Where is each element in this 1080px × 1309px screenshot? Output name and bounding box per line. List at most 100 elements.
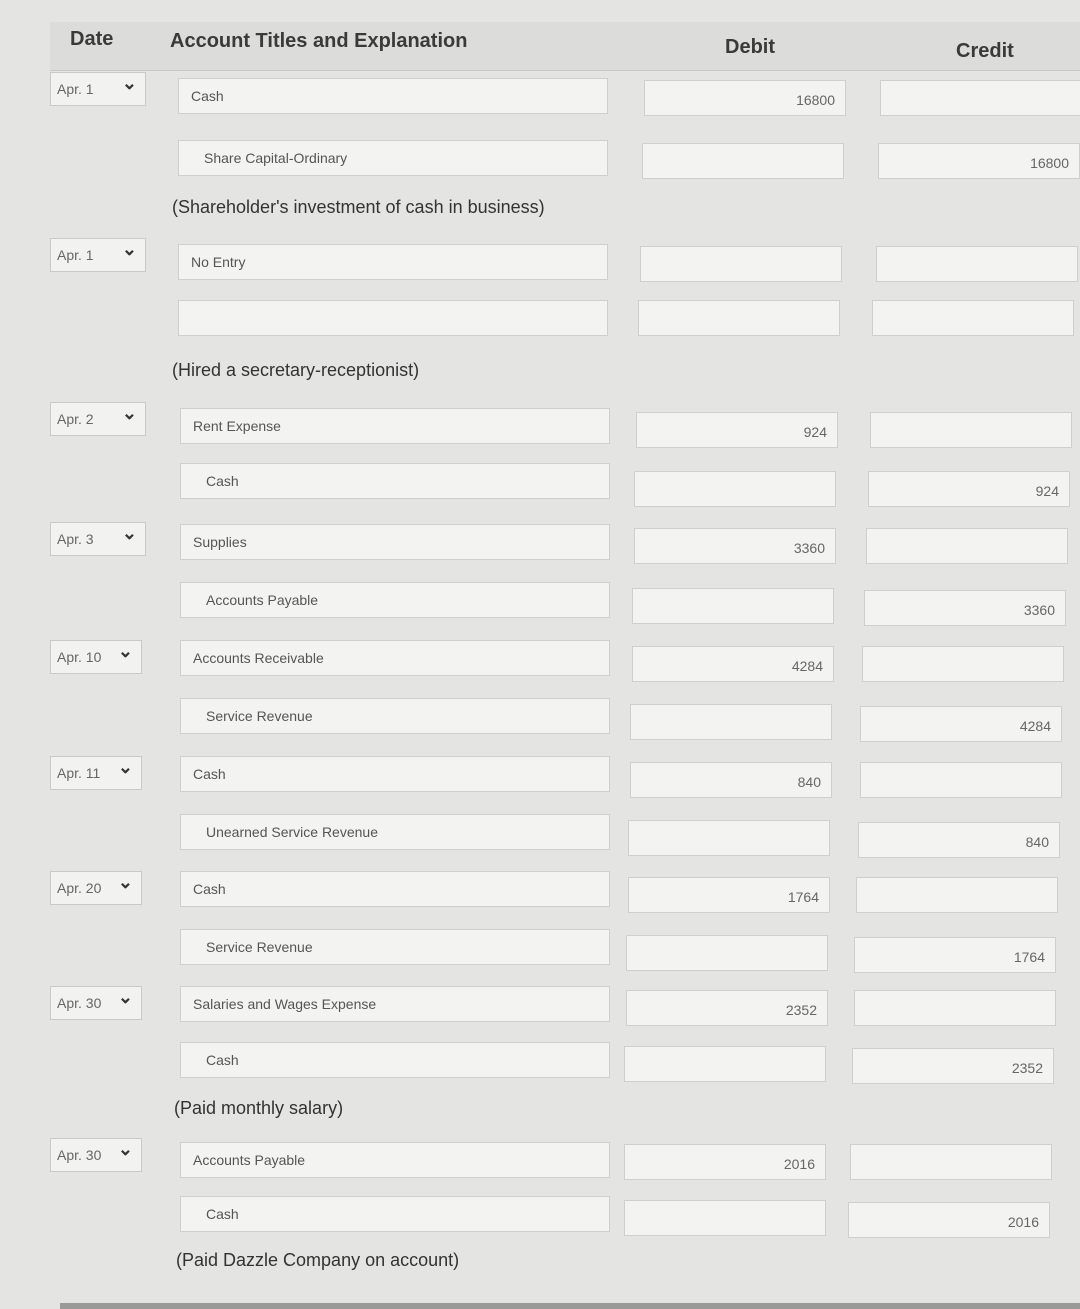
journal-entry: Apr. 30 ⌄ Accounts Payable 2016	[0, 1138, 1080, 1182]
credit-amount-field[interactable]: 3360	[864, 590, 1066, 626]
debit-amount-field[interactable]: 924	[636, 412, 838, 448]
debit-account-field[interactable]: No Entry	[178, 244, 608, 280]
credit-account-field[interactable]: Cash	[180, 1042, 610, 1078]
chevron-down-icon: ⌄	[117, 757, 133, 777]
debit-amount-field[interactable]: 840	[630, 762, 832, 798]
chevron-down-icon: ⌄	[117, 1139, 133, 1159]
journal-entry-credit-line: Accounts Payable 3360	[0, 582, 1080, 626]
debit-amount-field[interactable]: 4284	[632, 646, 834, 682]
debit-amount-field[interactable]: 2352	[626, 990, 828, 1026]
credit-amount-field[interactable]: 840	[858, 822, 1060, 858]
journal-entry: Apr. 1 ⌄ Cash 16800	[0, 72, 1080, 116]
debit-amount-field[interactable]	[642, 143, 844, 179]
header-account: Account Titles and Explanation	[170, 30, 468, 52]
credit-amount-field[interactable]: 1764	[854, 937, 1056, 973]
debit-amount-field[interactable]	[628, 820, 830, 856]
debit-amount-field[interactable]	[634, 471, 836, 507]
journal-entry: Apr. 1 ⌄ No Entry	[0, 238, 1080, 282]
credit-amount-field[interactable]	[880, 80, 1080, 116]
chevron-down-icon: ⌄	[121, 403, 137, 423]
credit-amount-field[interactable]	[862, 646, 1064, 682]
chevron-down-icon: ⌄	[117, 641, 133, 661]
journal-entry-credit-line: Unearned Service Revenue 840	[0, 814, 1080, 858]
journal-entry-credit-line: Service Revenue 1764	[0, 929, 1080, 973]
debit-amount-field[interactable]: 1764	[628, 877, 830, 913]
debit-amount-field[interactable]	[630, 704, 832, 740]
journal-entry: Apr. 3 ⌄ Supplies 3360	[0, 522, 1080, 566]
chevron-down-icon: ⌄	[117, 987, 133, 1007]
journal-entry: Apr. 11 ⌄ Cash 840	[0, 756, 1080, 800]
date-select[interactable]: Apr. 20 ⌄	[50, 871, 142, 905]
credit-amount-field[interactable]: 924	[868, 471, 1070, 507]
credit-account-field[interactable]: Cash	[180, 463, 610, 499]
header-credit: Credit	[956, 40, 1014, 62]
debit-account-field[interactable]: Rent Expense	[180, 408, 610, 444]
journal-entry: Apr. 20 ⌄ Cash 1764	[0, 871, 1080, 915]
journal-entry: Apr. 10 ⌄ Accounts Receivable 4284	[0, 640, 1080, 684]
debit-amount-field[interactable]	[624, 1200, 826, 1236]
date-select[interactable]: Apr. 1 ⌄	[50, 238, 146, 272]
credit-amount-field[interactable]	[850, 1144, 1052, 1180]
debit-amount-field[interactable]	[626, 935, 828, 971]
entry-explanation: (Paid monthly salary)	[174, 1098, 344, 1118]
chevron-down-icon: ⌄	[121, 523, 137, 543]
journal-entry: Apr. 2 ⌄ Rent Expense 924	[0, 402, 1080, 448]
chevron-down-icon: ⌄	[121, 239, 137, 259]
debit-amount-field[interactable]: 16800	[644, 80, 846, 116]
debit-amount-field[interactable]	[632, 588, 834, 624]
date-select[interactable]: Apr. 3 ⌄	[50, 522, 146, 556]
credit-account-field[interactable]: Share Capital-Ordinary	[178, 140, 608, 176]
debit-amount-field[interactable]	[638, 300, 840, 336]
debit-account-field[interactable]: Accounts Payable	[180, 1142, 610, 1178]
credit-account-field[interactable]: Accounts Payable	[180, 582, 610, 618]
date-select[interactable]: Apr. 30 ⌄	[50, 986, 142, 1020]
date-select[interactable]: Apr. 11 ⌄	[50, 756, 142, 790]
entry-explanation: (Shareholder's investment of cash in bus…	[172, 197, 545, 217]
debit-account-field[interactable]: Cash	[180, 756, 610, 792]
credit-account-field[interactable]: Service Revenue	[180, 929, 610, 965]
debit-account-field[interactable]: Salaries and Wages Expense	[180, 986, 610, 1022]
credit-amount-field[interactable]	[876, 246, 1078, 282]
debit-account-field[interactable]: Supplies	[180, 524, 610, 560]
table-header: Date Account Titles and Explanation Debi…	[50, 22, 1080, 71]
credit-account-field[interactable]: Unearned Service Revenue	[180, 814, 610, 850]
credit-amount-field[interactable]	[856, 877, 1058, 913]
journal-entry-credit-line: Share Capital-Ordinary 16800	[0, 140, 1080, 184]
debit-account-field[interactable]: Cash	[178, 78, 608, 114]
date-select[interactable]: Apr. 2 ⌄	[50, 402, 146, 436]
journal-entry-credit-line: Service Revenue 4284	[0, 698, 1080, 742]
debit-account-field[interactable]: Cash	[180, 871, 610, 907]
journal-entry: Apr. 30 ⌄ Salaries and Wages Expense 2352	[0, 986, 1080, 1030]
credit-amount-field[interactable]	[866, 528, 1068, 564]
credit-amount-field[interactable]	[854, 990, 1056, 1026]
credit-amount-field[interactable]	[870, 412, 1072, 448]
entry-explanation: (Hired a secretary-receptionist)	[172, 360, 420, 380]
credit-amount-field[interactable]	[872, 300, 1074, 336]
credit-amount-field[interactable]	[860, 762, 1062, 798]
header-debit: Debit	[725, 36, 775, 58]
journal-entry-credit-line: Cash 2352	[0, 1042, 1080, 1086]
credit-amount-field[interactable]: 2016	[848, 1202, 1050, 1238]
chevron-down-icon: ⌄	[121, 73, 137, 93]
scrollbar[interactable]	[60, 1303, 1080, 1309]
date-select[interactable]: Apr. 10 ⌄	[50, 640, 142, 674]
credit-account-field[interactable]: Service Revenue	[180, 698, 610, 734]
date-select[interactable]: Apr. 1 ⌄	[50, 72, 146, 106]
date-select[interactable]: Apr. 30 ⌄	[50, 1138, 142, 1172]
journal-entry-credit-line	[0, 300, 1080, 344]
debit-amount-field[interactable]	[624, 1046, 826, 1082]
journal-entry-credit-line: Cash 924	[0, 463, 1080, 507]
credit-amount-field[interactable]: 4284	[860, 706, 1062, 742]
credit-account-field[interactable]: Cash	[180, 1196, 610, 1232]
header-date: Date	[70, 28, 114, 50]
credit-amount-field[interactable]: 16800	[878, 143, 1080, 179]
chevron-down-icon: ⌄	[117, 872, 133, 892]
debit-amount-field[interactable]: 3360	[634, 528, 836, 564]
debit-account-field[interactable]: Accounts Receivable	[180, 640, 610, 676]
credit-amount-field[interactable]: 2352	[852, 1048, 1054, 1084]
credit-account-field[interactable]	[178, 300, 608, 336]
debit-amount-field[interactable]	[640, 246, 842, 282]
journal-entry-credit-line: Cash 2016	[0, 1196, 1080, 1240]
entry-explanation: (Paid Dazzle Company on account)	[176, 1250, 460, 1270]
debit-amount-field[interactable]: 2016	[624, 1144, 826, 1180]
